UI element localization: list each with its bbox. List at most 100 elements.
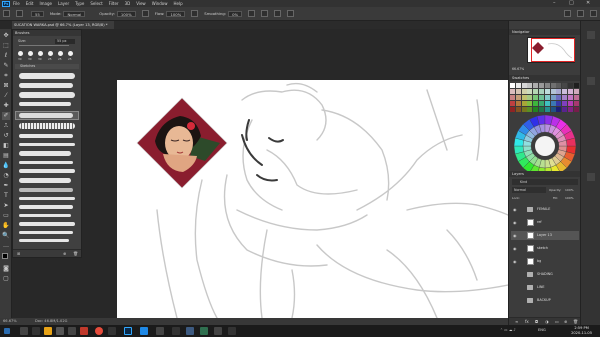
brush-stroke-preview[interactable] bbox=[19, 169, 75, 173]
color-swatch[interactable] bbox=[550, 83, 556, 88]
brush-stroke-preview[interactable] bbox=[19, 134, 73, 138]
color-swatch[interactable] bbox=[510, 83, 515, 88]
task-view-icon[interactable] bbox=[32, 327, 40, 335]
layer-fill-value[interactable]: 100% bbox=[565, 195, 574, 201]
history-panel-icon[interactable] bbox=[587, 31, 595, 39]
path-select-tool-icon[interactable]: ➤ bbox=[2, 202, 10, 210]
more-tools-icon[interactable]: … bbox=[2, 242, 10, 250]
menu-help[interactable]: Help bbox=[173, 1, 182, 6]
workspace-icon[interactable] bbox=[577, 10, 585, 17]
brush-stroke-preview[interactable] bbox=[19, 239, 69, 242]
visibility-eye-icon[interactable]: ◉ bbox=[513, 259, 518, 264]
color-swatch[interactable] bbox=[527, 83, 533, 88]
home-icon[interactable] bbox=[3, 10, 10, 17]
color-swatch[interactable] bbox=[533, 101, 539, 106]
layer-style-icon[interactable]: fx bbox=[525, 319, 529, 324]
menu-image[interactable]: Image bbox=[39, 1, 52, 6]
visibility-eye-icon[interactable]: ◉ bbox=[513, 207, 518, 212]
reference-image[interactable] bbox=[135, 96, 229, 190]
new-layer-icon[interactable]: ⊕ bbox=[564, 319, 567, 324]
system-tray-icons[interactable]: ⌃ ▭ ☁ ♪ bbox=[500, 328, 516, 332]
minimize-icon[interactable]: – bbox=[553, 0, 556, 6]
search-icon[interactable] bbox=[564, 10, 572, 17]
brush-stroke-preview[interactable] bbox=[19, 197, 75, 200]
visibility-eye-icon[interactable]: ◉ bbox=[513, 246, 518, 251]
brush-stroke-preview[interactable] bbox=[19, 178, 71, 183]
color-swatch[interactable] bbox=[550, 95, 556, 100]
photoshop-taskbar-icon[interactable] bbox=[124, 327, 132, 335]
taskbar-app-icon[interactable] bbox=[140, 327, 148, 335]
color-swatch[interactable] bbox=[556, 107, 562, 112]
document-tab[interactable]: SUCATION WARKA.psd @ 66.7% (Layer 13, RG… bbox=[12, 21, 114, 29]
color-swatch[interactable] bbox=[544, 107, 550, 112]
layer-group-row[interactable]: ◉ FEMALE bbox=[511, 205, 579, 214]
maximize-icon[interactable]: □ bbox=[569, 0, 574, 6]
color-swatch[interactable] bbox=[510, 101, 515, 106]
navigator-panel-title[interactable]: Navigator bbox=[509, 29, 581, 35]
menu-filter[interactable]: Filter bbox=[109, 1, 119, 6]
brush-group-sketches[interactable]: Sketches bbox=[15, 64, 79, 69]
color-swatch[interactable] bbox=[556, 95, 562, 100]
menu-type[interactable]: Type bbox=[75, 1, 84, 6]
gear-icon[interactable] bbox=[248, 10, 256, 17]
delete-brush-icon[interactable]: 🗑 bbox=[73, 251, 78, 256]
color-swatch[interactable] bbox=[562, 107, 568, 112]
layer-row[interactable]: ◉ ref bbox=[511, 218, 579, 227]
swatches-grid[interactable] bbox=[510, 83, 580, 113]
color-swatch[interactable] bbox=[573, 89, 579, 94]
color-swatch[interactable] bbox=[568, 83, 573, 88]
layer-opacity-value[interactable]: 100% bbox=[565, 187, 574, 193]
color-swatch[interactable] bbox=[533, 89, 539, 94]
foreground-color-swatch[interactable] bbox=[2, 253, 8, 259]
brush-stroke-preview[interactable] bbox=[19, 188, 73, 192]
layer-mask-icon[interactable]: ◘ bbox=[535, 319, 538, 324]
color-swatch[interactable] bbox=[544, 83, 550, 88]
color-swatch[interactable] bbox=[521, 107, 527, 112]
brush-preset[interactable] bbox=[28, 51, 33, 56]
color-swatch[interactable] bbox=[527, 107, 533, 112]
angle-icon[interactable] bbox=[261, 10, 269, 17]
color-swatch[interactable] bbox=[539, 95, 544, 100]
brush-stroke-preview[interactable] bbox=[19, 73, 75, 79]
color-swatch[interactable] bbox=[510, 107, 515, 112]
color-swatch[interactable] bbox=[550, 101, 556, 106]
menu-window[interactable]: Window bbox=[152, 1, 168, 6]
layer-group-row[interactable]: BACKUP bbox=[511, 296, 579, 305]
color-swatch[interactable] bbox=[556, 101, 562, 106]
symmetry-icon[interactable] bbox=[287, 10, 295, 17]
taskbar-app-icon[interactable] bbox=[108, 327, 116, 335]
color-swatch[interactable] bbox=[556, 89, 562, 94]
delete-layer-icon[interactable]: 🗑 bbox=[573, 319, 578, 324]
new-brush-icon[interactable]: ⊕ bbox=[63, 251, 66, 256]
color-swatch[interactable] bbox=[510, 89, 515, 94]
pressure-size-icon[interactable] bbox=[274, 10, 282, 17]
taskbar-app-icon[interactable] bbox=[200, 327, 208, 335]
menu-view[interactable]: View bbox=[136, 1, 146, 6]
opacity-field[interactable]: Opacity: 100% bbox=[99, 10, 136, 17]
blend-mode-dropdown[interactable]: Normal bbox=[512, 187, 546, 193]
history-brush-tool-icon[interactable]: ↺ bbox=[2, 132, 10, 140]
hand-tool-icon[interactable]: ✋ bbox=[2, 222, 10, 230]
taskbar-app-icon[interactable] bbox=[68, 327, 76, 335]
windows-start-icon[interactable] bbox=[4, 328, 10, 334]
brush-stroke-preview[interactable] bbox=[19, 205, 73, 209]
color-swatch[interactable] bbox=[539, 101, 544, 106]
brush-tool-icon[interactable]: ✐ bbox=[2, 112, 10, 120]
taskbar-app-icon[interactable] bbox=[172, 327, 180, 335]
color-swatch[interactable] bbox=[521, 95, 527, 100]
color-swatch[interactable] bbox=[562, 83, 568, 88]
brush-stroke-preview[interactable] bbox=[19, 123, 75, 129]
brush-stroke-preview[interactable] bbox=[19, 222, 75, 226]
color-swatch[interactable] bbox=[539, 107, 544, 112]
screen-mode-icon[interactable]: ▢ bbox=[2, 275, 10, 283]
navigator-view-frame[interactable] bbox=[531, 38, 575, 62]
frame-tool-icon[interactable]: ⊠ bbox=[2, 82, 10, 90]
taskbar-app-icon[interactable] bbox=[228, 327, 236, 335]
color-swatch[interactable] bbox=[533, 95, 539, 100]
visibility-eye-icon[interactable]: ◉ bbox=[513, 220, 518, 225]
gradient-tool-icon[interactable]: ▤ bbox=[2, 152, 10, 160]
taskbar-app-icon[interactable] bbox=[186, 327, 194, 335]
brush-stroke-preview[interactable] bbox=[19, 151, 71, 156]
color-swatch[interactable] bbox=[562, 89, 568, 94]
menu-select[interactable]: Select bbox=[90, 1, 102, 6]
